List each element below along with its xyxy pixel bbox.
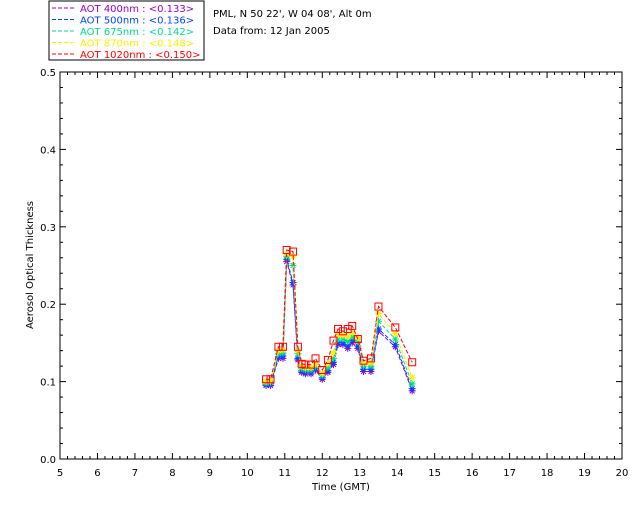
plot-frame [59,71,623,460]
series-line [266,253,413,383]
aot-line-chart: AOT 400nm : <0.133>AOT 500nm : <0.136>AO… [25,0,628,493]
x-tick-label: 14 [391,468,404,479]
series-line [266,261,413,392]
legend-entry: AOT 1020nm : <0.150> [80,50,200,61]
x-tick-label: 16 [466,468,479,479]
date-info: Data from: 12 Jan 2005 [213,26,330,37]
x-tick-label: 6 [94,468,100,479]
data-point [408,374,416,382]
legend-entry: AOT 500nm : <0.136> [80,16,194,27]
y-tick-label: 0.5 [40,68,56,79]
legend-entry: AOT 870nm : <0.148> [80,39,194,50]
legend-entry: AOT 400nm : <0.133> [80,4,194,15]
axis-ticks: 5 6 7 8 9 10 11 12 13 14 15 16 17 18 19 20 0.0 0.1 0.2 0.3 0… [40,68,628,479]
x-tick-label: 12 [316,468,329,479]
x-tick-label: 18 [541,468,554,479]
series-layer [262,246,417,395]
series-line [266,259,413,389]
x-tick-label: 13 [353,468,366,479]
series-line [266,249,413,380]
x-tick-label: 9 [207,468,213,479]
x-axis-label: Time (GMT) [311,482,370,493]
station-info: PML, N 50 22', W 04 08', Alt 0m [213,9,372,20]
y-tick-label: 0.4 [40,145,56,156]
series-line [266,254,413,385]
x-tick-label: 10 [241,468,254,479]
y-axis-label: Aerosol Optical Thickness [25,201,36,329]
y-tick-label: 0.1 [40,378,56,389]
y-tick-label: 0.0 [40,455,56,466]
x-tick-label: 19 [578,468,591,479]
x-tick-label: 7 [132,468,138,479]
x-tick-label: 15 [428,468,441,479]
x-tick-label: 5 [57,468,63,479]
x-tick-label: 11 [278,468,291,479]
x-tick-label: 20 [616,468,629,479]
legend-entry: AOT 675nm : <0.142> [80,27,194,38]
x-tick-label: 8 [169,468,175,479]
x-tick-label: 17 [503,468,516,479]
y-tick-label: 0.2 [40,300,56,311]
y-tick-label: 0.3 [40,223,56,234]
